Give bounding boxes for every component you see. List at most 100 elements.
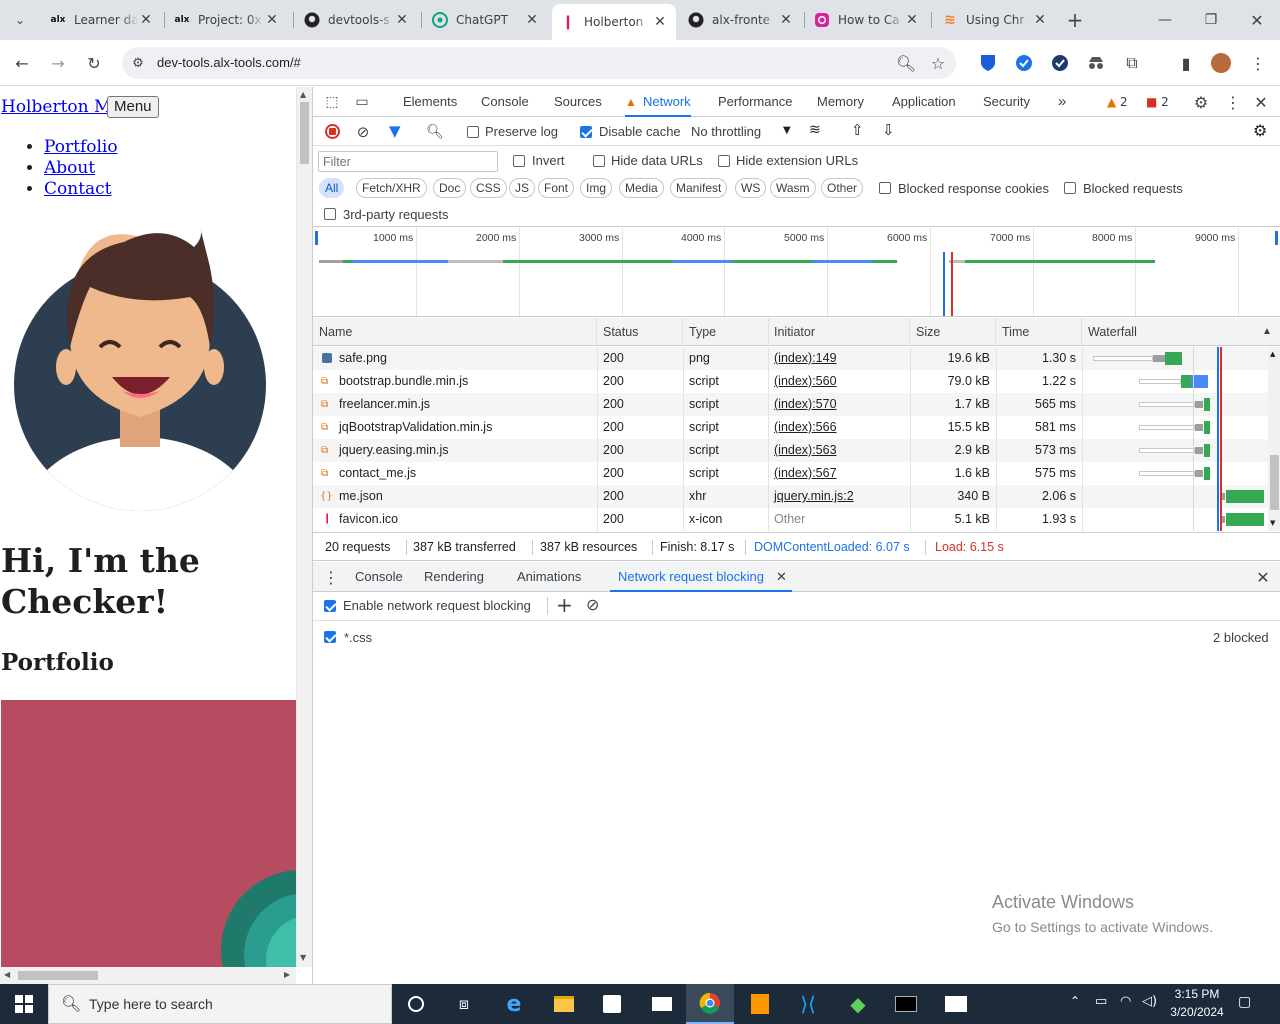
network-settings-gear-icon[interactable]: ⚙ — [1253, 121, 1267, 140]
forward-icon[interactable]: → — [44, 49, 72, 77]
row-initiator-link[interactable]: (index):570 — [768, 393, 837, 416]
close-tab-icon[interactable]: ✕ — [652, 14, 668, 30]
page-vertical-scrollbar[interactable]: ▲ ▼ — [296, 87, 312, 967]
row-initiator-link[interactable]: (index):566 — [768, 416, 837, 439]
clear-icon[interactable]: ⊘ — [349, 118, 377, 146]
row-name[interactable]: jqBootstrapValidation.min.js — [333, 416, 595, 439]
drawer-menu-icon[interactable]: ⋮ — [319, 563, 343, 591]
errors-badge[interactable]: ■ 2 — [1146, 95, 1169, 109]
record-stop-icon[interactable] — [325, 124, 340, 139]
timeline-overview[interactable]: 1000 ms 2000 ms 3000 ms 4000 ms 5000 ms … — [313, 228, 1280, 317]
store-icon[interactable] — [588, 984, 636, 1024]
volume-tray-icon[interactable]: ◁) — [1142, 994, 1157, 1009]
enable-blocking-checkbox[interactable] — [324, 600, 336, 612]
chrome-menu-icon[interactable]: ⋮ — [1244, 49, 1272, 77]
remove-all-patterns-icon[interactable]: ⊘ — [586, 595, 599, 614]
extensions-puzzle-icon[interactable]: ⧉ — [1118, 49, 1146, 77]
scroll-right-arrow-icon[interactable]: ▶ — [284, 970, 290, 979]
row-name[interactable]: contact_me.js — [333, 462, 595, 485]
tab-using-chrome[interactable]: ≋ Using Chr ✕ — [934, 4, 1056, 36]
filter-funnel-icon[interactable]: ▼ — [389, 122, 401, 140]
filter-wasm-chip[interactable]: Wasm — [770, 178, 816, 198]
close-window-icon[interactable]: ✕ — [1243, 6, 1271, 34]
filter-js-chip[interactable]: JS — [509, 178, 536, 198]
close-drawer-icon[interactable]: ✕ — [1249, 563, 1277, 591]
minimize-icon[interactable]: — — [1151, 6, 1179, 34]
throttling-select[interactable]: No throttling — [691, 124, 761, 139]
tab-how-to[interactable]: How to Ca ✕ — [806, 4, 928, 36]
close-tab-icon[interactable]: ✕ — [524, 12, 540, 28]
devtools-menu-icon[interactable]: ⋮ — [1219, 88, 1247, 116]
tab-elements[interactable]: Elements — [403, 87, 457, 117]
tab-chatgpt[interactable]: ChatGPT ✕ — [424, 4, 548, 36]
tab-network[interactable]: ▲ Network — [625, 87, 691, 117]
tab-application[interactable]: Application — [892, 87, 956, 117]
check-extension-icon[interactable] — [1010, 49, 1038, 77]
row-initiator-link[interactable]: (index):567 — [768, 462, 837, 485]
filter-css-chip[interactable]: CSS — [470, 178, 507, 198]
scroll-down-arrow-icon[interactable]: ▼ — [1270, 519, 1275, 527]
filter-fetch-xhr-chip[interactable]: Fetch/XHR — [356, 178, 427, 198]
throttling-dropdown-icon[interactable]: ▼ — [783, 125, 791, 136]
add-pattern-plus-icon[interactable]: + — [556, 593, 573, 617]
nav-about-link[interactable]: About — [44, 158, 95, 178]
file-explorer-icon[interactable] — [540, 984, 588, 1024]
tab-learner-dashboard[interactable]: alx Learner da ✕ — [42, 4, 162, 36]
blocked-response-cookies-checkbox[interactable] — [879, 182, 891, 194]
search-icon[interactable]: 🔍︎ — [421, 118, 449, 146]
settings-gear-icon[interactable]: ⚙ — [1187, 88, 1215, 116]
clock-date[interactable]: 3/20/2024 — [1164, 1005, 1230, 1019]
site-info-icon[interactable]: ⚙ — [124, 49, 152, 77]
tab-memory[interactable]: Memory — [817, 87, 864, 117]
portfolio-item-image[interactable] — [1, 700, 296, 970]
row-name[interactable]: favicon.ico — [333, 508, 595, 531]
scroll-up-arrow-icon[interactable]: ▲ — [300, 90, 306, 99]
scroll-up-arrow-icon[interactable]: ▲ — [1270, 350, 1275, 358]
tab-sources[interactable]: Sources — [554, 87, 602, 117]
column-status[interactable]: Status — [597, 318, 683, 346]
import-har-icon[interactable]: ⇧ — [851, 121, 864, 139]
hide-extension-urls-checkbox[interactable] — [718, 155, 730, 167]
page-horizontal-scrollbar[interactable]: ◀ ▶ — [0, 967, 296, 984]
back-icon[interactable]: ← — [8, 49, 36, 77]
hscroll-thumb[interactable] — [18, 971, 98, 980]
wifi-tray-icon[interactable]: ◠ — [1120, 994, 1131, 1009]
tab-performance[interactable]: Performance — [718, 87, 792, 117]
close-tab-icon[interactable]: ✕ — [264, 12, 280, 28]
close-tab-icon[interactable]: ✕ — [778, 12, 794, 28]
photos-icon[interactable] — [932, 984, 980, 1024]
tab-devtools-github[interactable]: devtools-s ✕ — [296, 4, 418, 36]
taskbar-search-box[interactable]: 🔍︎ Type here to search — [48, 984, 392, 1024]
invert-checkbox[interactable] — [513, 155, 525, 167]
column-name[interactable]: Name — [313, 318, 597, 346]
bookmark-star-icon[interactable]: ☆ — [924, 49, 952, 77]
scroll-left-arrow-icon[interactable]: ◀ — [4, 970, 10, 979]
export-har-icon[interactable]: ⇩ — [882, 121, 895, 139]
mail-icon[interactable] — [638, 984, 686, 1024]
tab-console[interactable]: Console — [481, 87, 529, 117]
terminal-icon[interactable] — [882, 984, 930, 1024]
edge-icon[interactable]: e — [490, 984, 538, 1024]
close-tab-icon[interactable]: ✕ — [138, 12, 154, 28]
new-tab-plus-icon[interactable]: + — [1061, 6, 1089, 34]
row-initiator-link[interactable]: (index):560 — [768, 370, 837, 393]
row-initiator-link[interactable]: (index):563 — [768, 439, 837, 462]
chrome-taskbar-icon[interactable] — [686, 984, 734, 1024]
pattern-enabled-checkbox[interactable] — [324, 631, 336, 643]
disable-cache-checkbox[interactable] — [580, 126, 592, 138]
verified-extension-icon[interactable] — [1046, 49, 1074, 77]
column-initiator[interactable]: Initiator — [768, 318, 910, 346]
start-button[interactable] — [0, 984, 48, 1024]
cortana-icon[interactable] — [392, 984, 440, 1024]
third-party-checkbox[interactable] — [324, 208, 336, 220]
column-size[interactable]: Size — [910, 318, 996, 346]
drawer-tab-rendering[interactable]: Rendering — [424, 562, 484, 592]
column-time[interactable]: Time — [996, 318, 1082, 346]
nav-contact-link[interactable]: Contact — [44, 179, 112, 199]
filter-all-chip[interactable]: All — [319, 178, 345, 198]
incognito-extension-icon[interactable] — [1082, 49, 1110, 77]
filter-ws-chip[interactable]: WS — [735, 178, 767, 198]
close-devtools-icon[interactable]: ✕ — [1247, 88, 1275, 116]
close-tab-icon[interactable]: ✕ — [1032, 12, 1048, 28]
filter-other-chip[interactable]: Other — [821, 178, 864, 198]
